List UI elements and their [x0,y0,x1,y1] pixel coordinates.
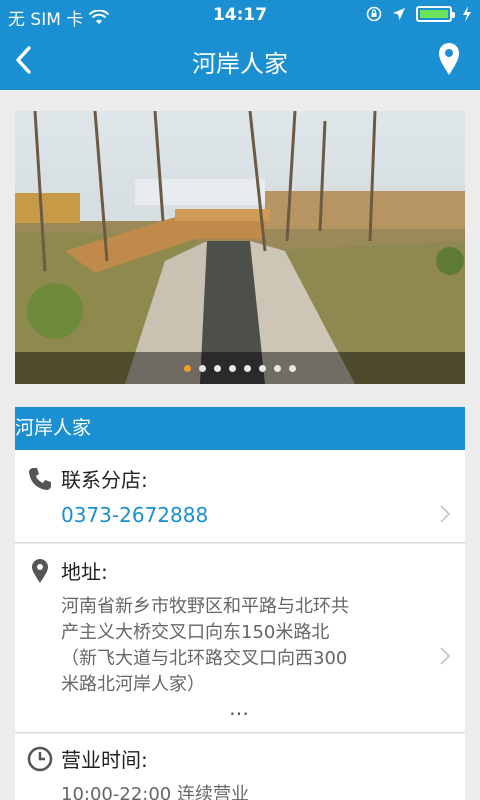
contact-row[interactable]: 联系分店: 0373-2672888 [15,450,465,543]
pager-dot[interactable] [199,364,206,372]
more-ellipsis[interactable]: … [15,696,465,720]
map-pin-icon [32,559,48,583]
address-line: 产主义大桥交叉口向东150米路北 [61,622,330,643]
pager-dot[interactable] [229,364,236,372]
location-arrow-icon [393,8,405,20]
phone-icon [29,468,51,490]
carousel-photo [15,111,465,384]
address-label: 地址: [61,560,108,584]
address-line: 米路北河岸人家） [61,674,205,695]
address-line: （新飞大道与北环路交叉口向西300 [61,648,348,669]
pager-dot[interactable] [289,364,296,372]
hours-label: 营业时间: [61,748,148,772]
charging-icon [463,6,471,22]
battery-fill [420,10,448,18]
rotation-lock-icon [366,6,382,22]
address-text: 河南省新乡市牧野区和平路与北环共 产主义大桥交叉口向东150米路北 （新飞大道与… [61,594,425,698]
carousel-pager[interactable] [15,352,465,384]
pager-dot[interactable] [274,364,281,372]
nav-bar: 河岸人家 [0,30,480,90]
pager-dot[interactable] [184,364,191,372]
pager-dot[interactable] [214,364,221,372]
phone-number[interactable]: 0373-2672888 [61,502,425,528]
status-right [366,6,472,22]
map-pin-icon[interactable] [438,42,460,76]
status-bar: 无 SIM 卡 14:17 [0,0,480,30]
chevron-right-icon [440,505,451,523]
pager-dot[interactable] [244,364,251,372]
page-title: 河岸人家 [192,50,288,78]
battery-icon [416,6,455,22]
contact-label: 联系分店: [61,468,148,492]
hours-row: 营业时间: 10:00-22:00 连续营业 [15,734,465,800]
address-line: 河南省新乡市牧野区和平路与北环共 [61,596,349,617]
hours-value: 10:00-22:00 连续营业 [61,784,249,800]
address-row[interactable]: 地址: 河南省新乡市牧野区和平路与北环共 产主义大桥交叉口向东150米路北 （新… [15,544,465,733]
clock-icon [27,746,53,772]
pager-dot[interactable] [259,364,266,372]
store-name-header: 河岸人家 [15,407,465,450]
chevron-right-icon [440,647,451,665]
photo-carousel[interactable] [15,111,465,384]
